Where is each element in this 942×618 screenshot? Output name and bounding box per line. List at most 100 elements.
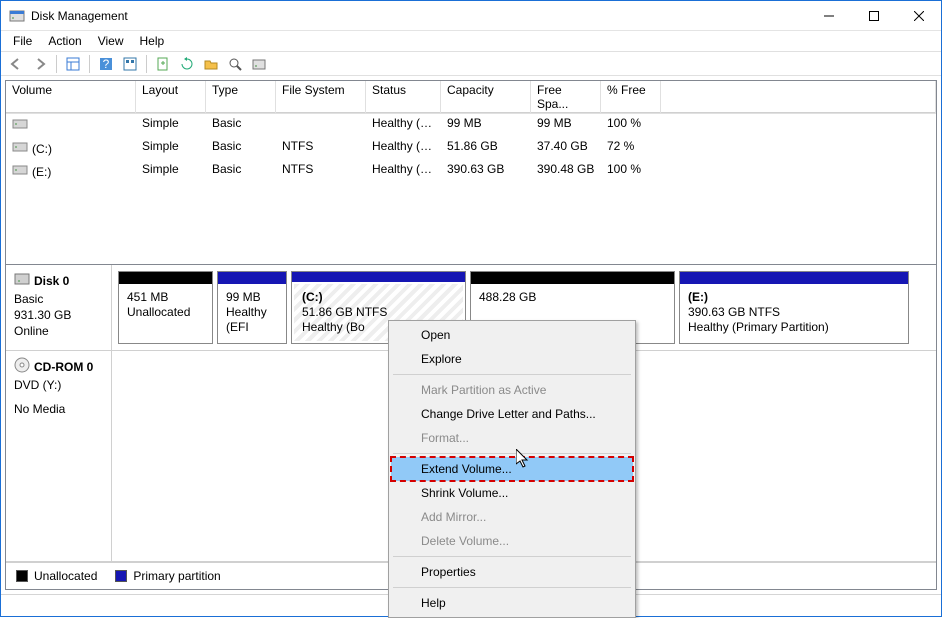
- partition-box[interactable]: (E:)390.63 GB NTFSHealthy (Primary Parti…: [679, 271, 909, 344]
- ctx-help[interactable]: Help: [391, 591, 633, 615]
- volume-layout: Simple: [136, 161, 206, 182]
- back-button[interactable]: [5, 53, 27, 75]
- ctx-shrink-volume[interactable]: Shrink Volume...: [391, 481, 633, 505]
- volume-layout: Simple: [136, 138, 206, 159]
- ctx-separator: [393, 453, 631, 454]
- volume-capacity: 51.86 GB: [441, 138, 531, 159]
- volume-status: Healthy (P...: [366, 161, 441, 182]
- swatch-primary-icon: [115, 570, 127, 582]
- forward-button[interactable]: [29, 53, 51, 75]
- volume-free: 99 MB: [531, 115, 601, 136]
- cdrom-icon: [14, 357, 30, 376]
- volume-free: 37.40 GB: [531, 138, 601, 159]
- volume-layout: Simple: [136, 115, 206, 136]
- volume-row[interactable]: SimpleBasicHealthy (E...99 MB99 MB100 %: [6, 114, 936, 137]
- volume-free: 390.48 GB: [531, 161, 601, 182]
- col-layout[interactable]: Layout: [136, 81, 206, 113]
- ctx-delete-volume: Delete Volume...: [391, 529, 633, 553]
- toolbar-separator: [56, 55, 57, 73]
- volume-fs: NTFS: [276, 138, 366, 159]
- menubar: File Action View Help: [1, 31, 941, 51]
- context-menu: Open Explore Mark Partition as Active Ch…: [388, 320, 636, 618]
- menu-file[interactable]: File: [5, 32, 40, 50]
- ctx-explore[interactable]: Explore: [391, 347, 633, 371]
- volume-list-header: Volume Layout Type File System Status Ca…: [6, 81, 936, 114]
- col-fs[interactable]: File System: [276, 81, 366, 113]
- ctx-open[interactable]: Open: [391, 323, 633, 347]
- ctx-extend-volume[interactable]: Extend Volume...: [391, 457, 633, 481]
- partition-color-bar: [680, 272, 908, 284]
- volume-type: Basic: [206, 115, 276, 136]
- volume-pct: 100 %: [601, 161, 661, 182]
- partition-box[interactable]: 451 MBUnallocated: [118, 271, 213, 344]
- col-pctfree[interactable]: % Free: [601, 81, 661, 113]
- ctx-properties[interactable]: Properties: [391, 560, 633, 584]
- volume-pct: 72 %: [601, 138, 661, 159]
- volume-fs: [276, 115, 366, 136]
- cdrom-drive: DVD (Y:): [14, 378, 103, 392]
- col-capacity[interactable]: Capacity: [441, 81, 531, 113]
- disk-label[interactable]: Disk 0 Basic 931.30 GB Online: [6, 265, 112, 350]
- partition-color-bar: [471, 272, 674, 284]
- swatch-unalloc-icon: [16, 570, 28, 582]
- help-icon[interactable]: ?: [95, 53, 117, 75]
- tb-disk-icon[interactable]: [248, 53, 270, 75]
- volume-name: [6, 115, 136, 136]
- hdd-icon: [14, 271, 30, 290]
- volume-list[interactable]: Volume Layout Type File System Status Ca…: [5, 80, 937, 265]
- partition-color-bar: [119, 272, 212, 284]
- tb-search-icon[interactable]: [224, 53, 246, 75]
- disk-type: Basic: [14, 292, 103, 306]
- ctx-add-mirror: Add Mirror...: [391, 505, 633, 529]
- drive-icon: [12, 139, 28, 158]
- col-freespace[interactable]: Free Spa...: [531, 81, 601, 113]
- ctx-separator: [393, 374, 631, 375]
- partition-box[interactable]: 99 MBHealthy (EFI: [217, 271, 287, 344]
- ctx-format: Format...: [391, 426, 633, 450]
- cdrom-state: No Media: [14, 402, 103, 416]
- partition-body: 99 MBHealthy (EFI: [218, 284, 286, 343]
- toolbar: ?: [1, 51, 941, 76]
- legend-primary: Primary partition: [115, 569, 220, 583]
- ctx-mark-active: Mark Partition as Active: [391, 378, 633, 402]
- volume-pct: 100 %: [601, 115, 661, 136]
- tb-settings-icon[interactable]: [119, 53, 141, 75]
- volume-capacity: 99 MB: [441, 115, 531, 136]
- volume-status: Healthy (E...: [366, 115, 441, 136]
- refresh-icon[interactable]: [176, 53, 198, 75]
- volume-name: (E:): [6, 161, 136, 182]
- partition-body: (E:)390.63 GB NTFSHealthy (Primary Parti…: [680, 284, 908, 343]
- col-volume[interactable]: Volume: [6, 81, 136, 113]
- menu-view[interactable]: View: [90, 32, 132, 50]
- volume-name: (C:): [6, 138, 136, 159]
- col-status[interactable]: Status: [366, 81, 441, 113]
- maximize-button[interactable]: [851, 1, 896, 30]
- col-spacer: [661, 81, 936, 113]
- cdrom-name: CD-ROM 0: [14, 357, 103, 376]
- volume-type: Basic: [206, 138, 276, 159]
- tb-folder-icon[interactable]: [200, 53, 222, 75]
- close-button[interactable]: [896, 1, 941, 30]
- volume-row[interactable]: (C:)SimpleBasicNTFSHealthy (B...51.86 GB…: [6, 137, 936, 160]
- svg-text:?: ?: [103, 57, 110, 71]
- col-type[interactable]: Type: [206, 81, 276, 113]
- partition-body: 451 MBUnallocated: [119, 284, 212, 343]
- disk-name: Disk 0: [14, 271, 103, 290]
- cdrom-label[interactable]: CD-ROM 0 DVD (Y:) No Media: [6, 351, 112, 561]
- window-title: Disk Management: [31, 9, 806, 23]
- menu-help[interactable]: Help: [132, 32, 173, 50]
- ctx-change-letter[interactable]: Change Drive Letter and Paths...: [391, 402, 633, 426]
- tb-new-icon[interactable]: [152, 53, 174, 75]
- menu-action[interactable]: Action: [40, 32, 89, 50]
- volume-fs: NTFS: [276, 161, 366, 182]
- titlebar: Disk Management: [1, 1, 941, 31]
- partition-color-bar: [292, 272, 465, 282]
- tb-view-icon[interactable]: [62, 53, 84, 75]
- volume-row[interactable]: (E:)SimpleBasicNTFSHealthy (P...390.63 G…: [6, 160, 936, 183]
- drive-icon: [12, 162, 28, 181]
- volume-type: Basic: [206, 161, 276, 182]
- toolbar-separator: [89, 55, 90, 73]
- toolbar-separator: [146, 55, 147, 73]
- legend-unallocated: Unallocated: [16, 569, 97, 583]
- minimize-button[interactable]: [806, 1, 851, 30]
